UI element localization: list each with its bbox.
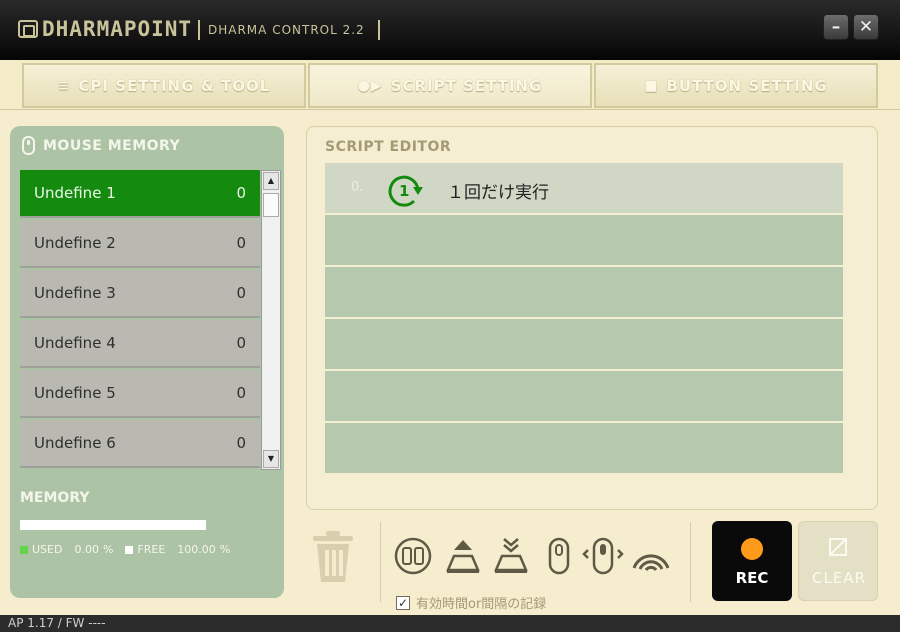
title-divider — [378, 20, 380, 40]
script-row[interactable] — [325, 215, 843, 267]
free-value: 100.00 — [177, 543, 216, 556]
memory-slot-count: 0 — [236, 334, 246, 352]
wait-time-icon[interactable] — [392, 536, 434, 576]
mouse-memory-panel: MOUSE MEMORY Undefine 1 0 Undefine 2 0 U… — [10, 126, 284, 598]
used-value: 0.00 — [74, 543, 99, 556]
tab-script-setting[interactable]: ●▶ SCRIPT SETTING — [308, 63, 592, 108]
free-unit: % — [219, 543, 231, 556]
script-row-index: 0. — [351, 180, 364, 195]
clear-button[interactable]: CLEAR — [798, 521, 878, 601]
memory-legend: USED 0.00 % FREE 100.00 % — [20, 543, 230, 556]
script-rows: 0. 1 １回だけ実行 — [325, 163, 843, 475]
free-label: FREE — [137, 543, 166, 556]
mouse-move-icon[interactable] — [582, 536, 624, 576]
title-divider — [198, 20, 200, 40]
trash-icon[interactable] — [308, 528, 358, 586]
key-release-icon[interactable] — [490, 536, 532, 576]
memory-list-scrollbar[interactable]: ▲ ▼ — [261, 170, 281, 470]
script-editor-panel: SCRIPT EDITOR 0. 1 １回だけ実行 — [306, 126, 878, 510]
mouse-memory-title: MOUSE MEMORY — [43, 137, 181, 154]
minimize-button[interactable]: – — [823, 14, 849, 40]
title-bar: DHARMAPOINT DHARMA CONTROL 2.2 – ✕ — [0, 0, 900, 60]
tab-cpi-setting[interactable]: ≡ CPI SETTING & TOOL — [22, 63, 306, 108]
tab-label: BUTTON SETTING — [666, 76, 828, 95]
clear-icon — [829, 538, 847, 556]
memory-slot[interactable]: Undefine 6 0 — [20, 420, 260, 468]
free-swatch-icon — [125, 545, 134, 554]
memory-slot[interactable]: Undefine 3 0 — [20, 270, 260, 318]
memory-slot[interactable]: Undefine 4 0 — [20, 320, 260, 368]
mouse-memory-header: MOUSE MEMORY — [22, 136, 180, 155]
brand-name: DHARMAPOINT — [42, 17, 193, 41]
record-interval-option[interactable]: ✓ 有効時間or間隔の記録 — [396, 593, 546, 612]
script-row[interactable] — [325, 319, 843, 371]
record-interval-checkbox[interactable]: ✓ — [396, 595, 410, 610]
wheel-scroll-icon[interactable] — [630, 536, 672, 576]
close-button[interactable]: ✕ — [853, 14, 879, 40]
script-row[interactable] — [325, 267, 843, 319]
memory-slot-label: Undefine 5 — [34, 384, 116, 402]
record-interval-label: 有効時間or間隔の記録 — [416, 597, 547, 612]
used-label: USED — [32, 543, 63, 556]
memory-slot[interactable]: Undefine 5 0 — [20, 370, 260, 418]
memory-slot-label: Undefine 2 — [34, 234, 116, 252]
brand-logo-icon — [18, 20, 38, 38]
memory-slot[interactable]: Undefine 1 0 — [20, 170, 260, 218]
loop-once-icon: 1 — [388, 175, 423, 207]
scroll-thumb[interactable] — [263, 193, 279, 217]
tab-label: CPI SETTING & TOOL — [78, 76, 271, 95]
memory-slot-label: Undefine 3 — [34, 284, 116, 302]
scroll-up-icon[interactable]: ▲ — [263, 172, 279, 190]
play-record-icon: ●▶ — [357, 77, 383, 94]
mouse-icon — [22, 136, 35, 155]
script-row-text: １回だけ実行 — [447, 183, 549, 203]
memory-slot-label: Undefine 1 — [34, 184, 116, 202]
script-editor-title: SCRIPT EDITOR — [325, 139, 452, 155]
toolbar-divider — [690, 522, 691, 602]
button-icon: ■ — [644, 77, 659, 94]
script-row[interactable]: 0. 1 １回だけ実行 — [325, 163, 843, 215]
tab-label: SCRIPT SETTING — [390, 76, 543, 95]
clear-label: CLEAR — [812, 569, 866, 587]
script-row[interactable] — [325, 371, 843, 423]
memory-title: MEMORY — [20, 490, 90, 506]
tab-bar: ≡ CPI SETTING & TOOL ●▶ SCRIPT SETTING ■… — [0, 60, 900, 110]
window-title: DHARMA CONTROL 2.2 — [208, 23, 365, 37]
tab-button-setting[interactable]: ■ BUTTON SETTING — [594, 63, 878, 108]
memory-slot-list: Undefine 1 0 Undefine 2 0 Undefine 3 0 U… — [20, 170, 260, 470]
memory-slot-count: 0 — [236, 234, 246, 252]
memory-usage-bar — [20, 520, 206, 530]
record-dot-icon — [741, 538, 763, 560]
status-bar: AP 1.17 / FW ---- — [0, 615, 900, 632]
memory-slot-count: 0 — [236, 184, 246, 202]
key-press-icon[interactable] — [442, 536, 484, 576]
svg-text:1: 1 — [399, 182, 409, 200]
script-row[interactable] — [325, 423, 843, 475]
rec-button[interactable]: REC — [712, 521, 792, 601]
list-icon: ≡ — [57, 77, 71, 94]
memory-slot-count: 0 — [236, 434, 246, 452]
memory-slot-label: Undefine 6 — [34, 434, 116, 452]
memory-slot[interactable]: Undefine 2 0 — [20, 220, 260, 268]
main-area: MOUSE MEMORY Undefine 1 0 Undefine 2 0 U… — [0, 110, 900, 615]
memory-slot-count: 0 — [236, 384, 246, 402]
used-swatch-icon — [20, 545, 28, 554]
rec-label: REC — [735, 569, 769, 587]
scroll-down-icon[interactable]: ▼ — [263, 450, 279, 468]
used-unit: % — [102, 543, 114, 556]
mouse-button-icon[interactable] — [538, 536, 580, 576]
memory-slot-count: 0 — [236, 284, 246, 302]
memory-slot-label: Undefine 4 — [34, 334, 116, 352]
toolbar-divider — [380, 522, 381, 602]
